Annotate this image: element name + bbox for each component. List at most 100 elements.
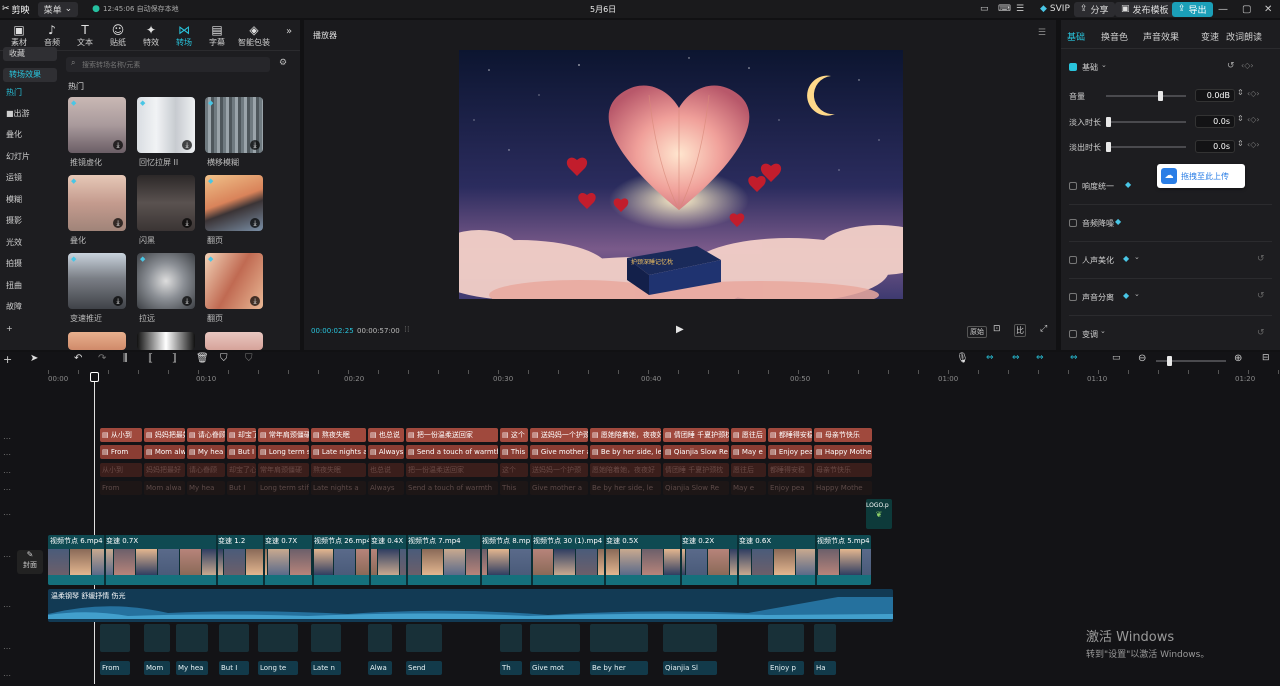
subtitle-clip[interactable]: ▤ 却宝了心 — [227, 428, 256, 442]
download-icon[interactable]: ⤓ — [250, 140, 260, 150]
download-icon[interactable]: ⤓ — [250, 296, 260, 306]
subtitle-clip-ghost[interactable]: 倩团睡 千夏护颈枕 — [663, 463, 729, 477]
tts-audio-clip[interactable]: Long te — [258, 661, 298, 675]
menu-button[interactable]: 菜单 ⌄ — [37, 1, 79, 17]
subtitle-clip-ghost[interactable]: Give mother a — [530, 481, 588, 495]
caption-toggle-icon[interactable]: ▭ — [1112, 353, 1121, 363]
tool-audio[interactable]: ♪ 音频 — [39, 24, 65, 48]
tts-audio-clip[interactable]: From — [100, 661, 130, 675]
more-tools-button[interactable]: » — [286, 26, 292, 37]
ratio-button[interactable]: 原始 — [967, 326, 987, 338]
keyframe-icon[interactable]: ‹◇› — [1241, 61, 1254, 70]
subtitle-clip[interactable]: ▤ Give mother a — [530, 445, 588, 459]
subtitle-clip-ghost[interactable]: This — [500, 481, 528, 495]
export-button[interactable]: ⇪ 导出 — [1172, 1, 1213, 17]
fadein-slider[interactable] — [1106, 121, 1186, 123]
reset-icon[interactable]: ↺ — [1227, 61, 1235, 71]
tts-audio-clip[interactable]: My hea — [176, 661, 208, 675]
subtitle-clip-ghost[interactable]: 母亲节快乐 — [814, 463, 872, 477]
keyframe-icon[interactable]: ‹◇› — [1247, 115, 1260, 124]
subtitle-clip-ghost[interactable]: From — [100, 481, 142, 495]
link-main-track-icon[interactable]: ⇔ — [986, 353, 994, 363]
tts-audio-clip[interactable]: Give mot — [530, 661, 580, 675]
subtitle-clip[interactable]: ▤ 从小到 — [100, 428, 142, 442]
playhead[interactable] — [94, 374, 95, 684]
tool-effects[interactable]: ✦ 特效 — [138, 24, 164, 48]
audio-clip-ghost[interactable] — [258, 624, 298, 652]
player-menu-icon[interactable]: ☰ — [1038, 28, 1046, 38]
track-handle-icon[interactable]: ⋯ — [3, 434, 11, 443]
inspector-tab[interactable]: 变速 — [1201, 30, 1219, 43]
subtitle-clip-ghost[interactable]: Long term stiffne — [258, 481, 309, 495]
subtitle-clip[interactable]: ▤ 把一份温柔送回家 — [406, 428, 498, 442]
video-clip-label[interactable]: 视频节点 7.mp4 — [408, 536, 461, 546]
stepper-icon[interactable]: ⇕ — [1237, 139, 1244, 148]
sidebar-item[interactable]: 热门 — [0, 86, 58, 100]
subtitle-clip[interactable]: ▤ From — [100, 445, 142, 459]
clip-divider[interactable] — [604, 535, 606, 585]
subtitle-clip[interactable]: ▤ 熬夜失眠 — [311, 428, 366, 442]
basic-checkbox[interactable] — [1069, 63, 1077, 71]
transition-thumbnail[interactable] — [137, 332, 195, 350]
subtitle-clip[interactable]: ▤ This — [500, 445, 528, 459]
subtitle-clip[interactable]: ▤ But I — [227, 445, 256, 459]
tool-caption[interactable]: ▤ 字幕 — [204, 24, 230, 48]
microphone-icon[interactable]: 🎙 — [956, 353, 969, 364]
sidebar-item[interactable]: 叠化 — [0, 128, 58, 142]
transition-thumbnail[interactable]: ◆ ⤓ — [68, 97, 126, 153]
subtitle-clip[interactable]: ▤ 倩团睡 千夏护颈枕 — [663, 428, 729, 442]
clip-divider[interactable] — [680, 535, 682, 585]
download-icon[interactable]: ⤓ — [113, 140, 123, 150]
audio-clip-ghost[interactable] — [100, 624, 130, 652]
video-clip-label[interactable]: 视频节点 8.mp — [482, 536, 530, 546]
video-clip-label[interactable]: 变速 0.2X — [682, 536, 714, 546]
transition-thumbnail[interactable] — [205, 332, 263, 350]
zoom-slider-knob[interactable] — [1167, 356, 1172, 366]
subtitle-clip[interactable]: ▤ May e — [731, 445, 766, 459]
clip-divider[interactable] — [312, 535, 314, 585]
close-icon[interactable]: ✕ — [1264, 4, 1272, 15]
track-handle-icon[interactable]: ⋯ — [3, 671, 11, 680]
audio-clip-ghost[interactable] — [768, 624, 804, 652]
transition-thumbnail[interactable]: ◆ ⤓ — [68, 175, 126, 231]
publish-template-button[interactable]: ▣ 发布模板 — [1115, 1, 1175, 17]
subtitle-clip-ghost[interactable]: 妈妈把最好 — [144, 463, 185, 477]
keyboard-icon[interactable]: ⌨ — [998, 4, 1011, 14]
snap-icon[interactable]: ⇔ — [1012, 353, 1020, 363]
undo-icon[interactable]: ↶ — [74, 353, 82, 364]
link-icon[interactable]: ⇔ — [1036, 353, 1044, 363]
track-handle-icon[interactable]: ⋯ — [3, 510, 11, 519]
subtitle-clip-ghost[interactable]: Send a touch of warmth — [406, 481, 498, 495]
loudness-checkbox[interactable] — [1069, 182, 1077, 190]
subtitle-clip-ghost[interactable]: Qianjia Slow Re — [663, 481, 729, 495]
tool-media[interactable]: ▣ 素材 — [6, 24, 32, 48]
redo-icon[interactable]: ↷ — [98, 353, 106, 364]
subtitle-clip-ghost[interactable]: Be by her side, le — [590, 481, 661, 495]
download-icon[interactable]: ⤓ — [182, 218, 192, 228]
add-track-icon[interactable]: + — [3, 353, 12, 366]
tts-audio-clip[interactable]: Late n — [311, 661, 341, 675]
sidebar-item[interactable]: 扭曲 — [0, 279, 58, 293]
subtitle-clip[interactable]: ▤ Happy Mothe — [814, 445, 872, 459]
clip-divider[interactable] — [815, 535, 817, 585]
tool-transition[interactable]: ⋈ 转场 — [171, 24, 197, 48]
subtitle-clip-ghost[interactable]: 也总说 — [368, 463, 404, 477]
audio-clip-ghost[interactable] — [219, 624, 249, 652]
tts-audio-clip[interactable]: But I — [219, 661, 249, 675]
inspector-tab[interactable]: 基础 — [1067, 30, 1085, 43]
subtitle-clip-ghost[interactable]: 送妈妈一个护颈 — [530, 463, 588, 477]
transition-thumbnail[interactable]: ⤓ — [137, 175, 195, 231]
subtitle-clip-ghost[interactable]: My hea — [187, 481, 225, 495]
subtitle-clip[interactable]: ▤ Send a touch of warmth — [406, 445, 498, 459]
clip-divider[interactable] — [406, 535, 408, 585]
subtitle-clip-ghost[interactable]: Enjoy pea — [768, 481, 812, 495]
sidebar-item[interactable]: 运镜 — [0, 171, 58, 185]
fadein-value[interactable]: 0.0s — [1195, 115, 1235, 128]
subtitle-clip-ghost[interactable]: 从小到 — [100, 463, 142, 477]
split-left-icon[interactable]: ⟦ — [148, 353, 153, 364]
subtitle-clip-ghost[interactable]: 熬夜失眠 — [311, 463, 366, 477]
subtitle-clip[interactable]: ▤ Qianjia Slow Re — [663, 445, 729, 459]
download-icon[interactable]: ⤓ — [113, 296, 123, 306]
subtitle-clip[interactable]: ▤ 母亲节快乐 — [814, 428, 872, 442]
pitch-checkbox[interactable] — [1069, 330, 1077, 338]
